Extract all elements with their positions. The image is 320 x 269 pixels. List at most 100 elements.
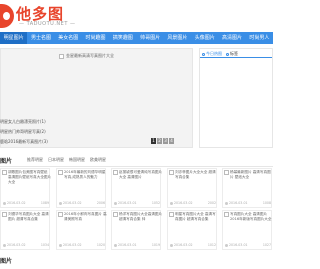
side-panel-header: 今日热图 标签 — [200, 49, 272, 58]
card-date: 2016-03-02 — [3, 243, 26, 247]
carousel-image[interactable]: 金星最新高清写真图片大全 — [59, 53, 114, 59]
card-views: 1089 — [40, 201, 49, 205]
carousel-caption: 金星最新高清写真图片大全 — [66, 53, 114, 58]
clock-icon — [114, 243, 117, 247]
card-caption[interactable]: 刘亦菲图片大全大全 超清写真合集 — [175, 170, 219, 190]
logo-icon[interactable] — [0, 4, 14, 28]
clock-icon — [225, 243, 228, 247]
card-meta: 2016-03-02 2006 — [59, 201, 105, 205]
card-caption[interactable]: 写真图片大全 高清图片 2016年新版写真图片大全 — [230, 212, 274, 232]
card-date-text: 2016-03-01 — [118, 201, 137, 205]
broken-image-icon — [2, 170, 7, 175]
card-caption[interactable]: 2016年最新的刘德华明星 写真,成熟男人的魅力 — [64, 170, 108, 190]
card-date-text: 2016-03-02 — [63, 243, 82, 247]
card-caption[interactable]: 杨洋写真图片大全高清图片 超清写真合集 帅 — [119, 212, 163, 232]
card-image[interactable]: 杨洋写真图片大全高清图片 超清写真合集 帅 — [113, 212, 163, 232]
image-card[interactable]: 赵丽颖很可爱清纯写真图片大全 高清图片 2016-03-01 1052 — [111, 168, 163, 208]
broken-image-icon — [113, 170, 118, 175]
clock-icon — [114, 201, 117, 205]
card-image[interactable]: 明星写真图片大全 高清写真图片 超清写真合集 — [169, 212, 219, 232]
nav-item-1[interactable]: 男士名图 — [27, 32, 54, 44]
card-views: 1034 — [40, 243, 49, 247]
nav-item-4[interactable]: 搞笑趣图 — [109, 32, 136, 44]
nav-item-6[interactable]: 风景图片 — [164, 32, 191, 44]
card-meta: 2016-03-02 1034 — [3, 243, 49, 247]
image-card[interactable]: 胡歌图片包美图写真壁纸 高清图片壁纸写真大全图片大全 2016-03-02 108… — [0, 168, 52, 208]
section-tab-3[interactable]: 欧美明星 — [90, 157, 106, 163]
clock-icon — [225, 201, 228, 205]
card-image[interactable]: 刘亦菲图片大全大全 超清写真合集 — [169, 170, 219, 190]
card-meta: 2016-03-02 2002 — [170, 201, 216, 205]
tab-tags-label: 标签 — [230, 51, 238, 56]
broken-image-icon — [2, 212, 7, 217]
card-date-text: 2016-03-01 — [118, 243, 137, 247]
card-date-text: 2016-03-02 — [7, 201, 26, 205]
image-card[interactable]: 刘亦菲图片大全大全 超清写真合集 2016-03-02 2002 — [167, 168, 217, 208]
nav-item-5[interactable]: 帅哥图片 — [136, 32, 163, 44]
card-date: 2016-03-02 — [170, 243, 193, 247]
tab-tags[interactable]: 标签 — [224, 49, 240, 57]
card-caption[interactable]: 刘德华写真图片大全 高清图片 超清写真合集 — [8, 212, 52, 232]
card-image[interactable]: 刘德华写真图片大全 高清图片 超清写真合集 — [2, 212, 52, 232]
card-caption[interactable]: 赵丽颖很可爱清纯写真图片大全 高清图片 — [119, 170, 163, 190]
nav-item-8[interactable]: 高清图片 — [218, 32, 245, 44]
card-image[interactable]: 2016年最新的刘德华明星 写真,成熟男人的魅力 — [58, 170, 108, 190]
clock-icon — [202, 52, 205, 56]
broken-image-icon — [224, 212, 229, 217]
clock-icon — [3, 243, 6, 247]
image-card[interactable]: 刘德华写真图片大全 高清图片 超清写真合集 2016-03-02 1034 — [0, 210, 50, 250]
nav-item-2[interactable]: 美女名图 — [55, 32, 82, 44]
card-image[interactable]: 写真图片大全 高清图片 2016年新版写真图片大全 — [224, 212, 274, 232]
card-views: 1012 — [207, 243, 216, 247]
card-views: 1027 — [262, 243, 271, 247]
clock-icon — [59, 201, 62, 205]
section-tabs: 推荐明星 日本明星 韩国明星 欧美明星 — [27, 157, 106, 163]
bottom-section-title: 图片 — [0, 258, 13, 265]
nav-item-9[interactable]: 时尚男人 — [246, 32, 273, 44]
site-header: 他多图 — TADUOTU.NET — — [0, 0, 273, 32]
card-meta: 2016-03-01 1008 — [225, 201, 271, 205]
card-meta: 2016-03-01 1019 — [114, 243, 160, 247]
broken-image-icon — [59, 53, 64, 59]
broken-image-icon — [113, 212, 118, 217]
section-title: 图片 — [0, 158, 13, 165]
card-views: 2006 — [96, 201, 105, 205]
card-date-text: 2016-03-01 — [229, 243, 248, 247]
card-date-text: 2016-03-02 — [174, 201, 193, 205]
card-image[interactable]: 胡歌图片包美图写真壁纸 高清图片壁纸写真大全图片大全 — [2, 170, 52, 190]
card-image[interactable]: 赵丽颖很可爱清纯写真图片大全 高清图片 — [113, 170, 163, 190]
section-tab-2[interactable]: 韩国明星 — [69, 157, 85, 163]
clock-icon — [3, 201, 6, 205]
card-date-text: 2016-03-02 — [7, 243, 26, 247]
card-date: 2016-03-01 — [225, 243, 248, 247]
card-caption[interactable]: 胡歌图片包美图写真壁纸 高清图片壁纸写真大全图片大全 — [8, 170, 52, 190]
image-card[interactable]: 2016年最新的刘德华明星 写真,成熟男人的魅力 2016-03-02 2006 — [56, 168, 106, 208]
section-tab-0[interactable]: 推荐明星 — [27, 157, 43, 163]
nav-item-3[interactable]: 时尚趣图 — [82, 32, 109, 44]
broken-image-icon — [169, 212, 174, 217]
card-image[interactable]: 2016年小鲜肉写真图片 高清美照写真 — [58, 212, 108, 232]
broken-image-icon — [58, 212, 63, 217]
card-caption[interactable]: 杨幂最新图片 高清写真图片 壁纸大全 — [230, 170, 274, 190]
card-date: 2016-03-02 — [3, 201, 26, 205]
nav-item-7[interactable]: 头像图片 — [191, 32, 218, 44]
nav-item-0[interactable]: 明星图片 — [0, 32, 28, 44]
list-item[interactable]: 鹿晗2016最新写真图片(3) — [0, 136, 273, 147]
image-card[interactable]: 写真图片大全 高清图片 2016年新版写真图片大全 2016-03-01 1027 — [222, 210, 272, 250]
tab-today-hot[interactable]: 今日热图 — [200, 49, 224, 57]
card-caption[interactable]: 明星写真图片大全 高清写真图片 超清写真合集 — [175, 212, 219, 232]
card-meta: 2016-03-01 1052 — [114, 201, 160, 205]
tag-icon — [226, 52, 229, 56]
image-card[interactable]: 明星写真图片大全 高清写真图片 超清写真合集 2016-03-02 1012 — [167, 210, 217, 250]
card-date-text: 2016-03-02 — [174, 243, 193, 247]
broken-image-icon — [169, 170, 174, 175]
image-card[interactable]: 杨幂最新图片 高清写真图片 壁纸大全 2016-03-01 1008 — [222, 168, 272, 208]
image-card[interactable]: 杨洋写真图片大全高清图片 超清写真合集 帅 2016-03-01 1019 — [111, 210, 163, 250]
section-tab-1[interactable]: 日本明星 — [48, 157, 64, 163]
card-image[interactable]: 杨幂最新图片 高清写真图片 壁纸大全 — [224, 170, 274, 190]
clock-icon — [59, 243, 62, 247]
image-card[interactable]: 2016年小鲜肉写真图片 高清美照写真 2016-03-02 1020 — [56, 210, 108, 250]
card-views: 1019 — [151, 243, 160, 247]
card-caption[interactable]: 2016年小鲜肉写真图片 高清美照写真 — [64, 212, 108, 232]
card-date-text: 2016-03-01 — [229, 201, 248, 205]
